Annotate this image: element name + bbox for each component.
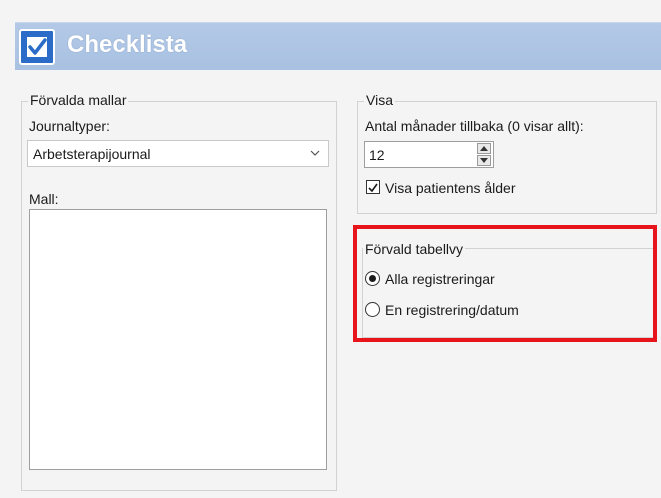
template-listbox[interactable] xyxy=(29,209,327,470)
header-bar: Checklista xyxy=(15,22,661,70)
template-label: Mall: xyxy=(29,191,59,207)
journal-types-select[interactable]: Arbetsterapijournal xyxy=(27,140,329,167)
decrement-button[interactable] xyxy=(477,155,491,166)
arrow-down-icon xyxy=(480,158,488,163)
chevron-down-icon xyxy=(310,150,320,156)
highlight-box xyxy=(353,225,657,342)
months-value: 12 xyxy=(369,147,385,163)
display-legend: Visa xyxy=(364,92,395,108)
checkmark-icon xyxy=(368,183,378,193)
page-title: Checklista xyxy=(67,31,188,58)
journal-types-value: Arbetsterapijournal xyxy=(33,146,151,162)
months-stepper[interactable]: 12 xyxy=(364,141,494,168)
templates-legend: Förvalda mallar xyxy=(28,92,129,108)
checkbox-checked-icon xyxy=(19,29,55,65)
show-age-label: Visa patientens ålder xyxy=(385,180,516,196)
months-label: Antal månader tillbaka (0 visar allt): xyxy=(365,118,584,134)
journal-types-label: Journaltyper: xyxy=(29,118,110,134)
show-age-checkbox[interactable] xyxy=(366,180,380,194)
arrow-up-icon xyxy=(480,146,488,151)
increment-button[interactable] xyxy=(477,143,491,154)
dialog-frame: Checklista Förvalda mallar Journaltyper:… xyxy=(0,0,661,498)
